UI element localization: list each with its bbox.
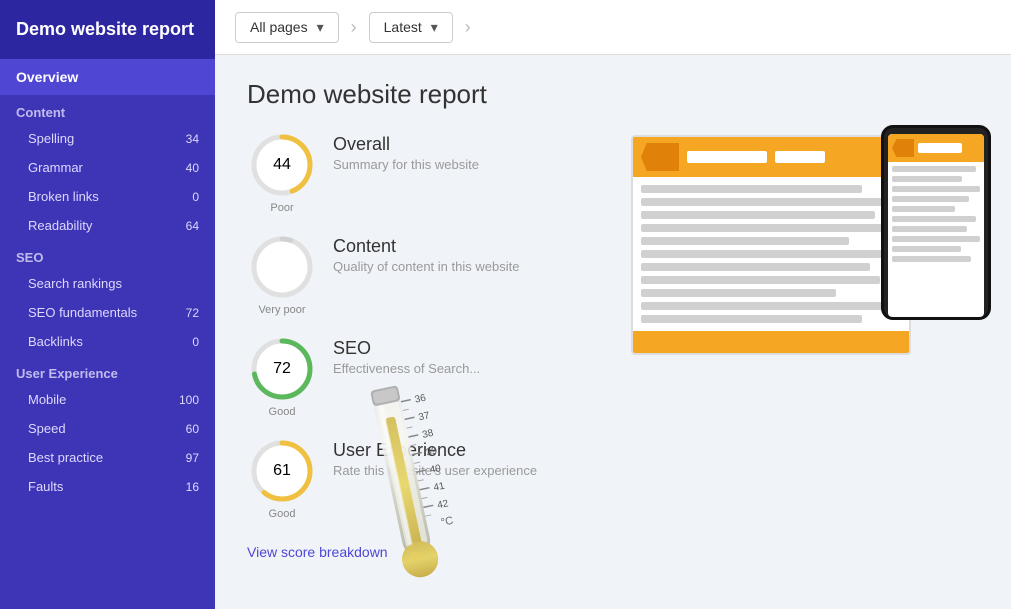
- filter2-label: Latest: [384, 19, 422, 35]
- nav-item-badge: 16: [186, 480, 199, 494]
- nav-item-badge: 72: [186, 306, 199, 320]
- nav-item-label: SEO fundamentals: [28, 305, 137, 320]
- score-info-2: SEO Effectiveness of Search...: [333, 334, 480, 376]
- score-title-0: Overall: [333, 134, 479, 155]
- main-content: All pages ▾ › Latest ▾ › Demo website re…: [215, 0, 1011, 609]
- nav-item-label: Speed: [28, 421, 66, 436]
- score-card-user-experience: 61 Good User Experience Rate this websit…: [247, 436, 979, 520]
- content-area: Demo website report: [215, 55, 1011, 609]
- score-value-0: 44: [273, 156, 291, 174]
- sidebar-item-faults[interactable]: Faults 16: [0, 472, 215, 501]
- score-info-0: Overall Summary for this website: [333, 130, 479, 172]
- separator-arrow: ›: [351, 17, 357, 38]
- sidebar-item-overview[interactable]: Overview: [0, 59, 215, 95]
- score-info-1: Content Quality of content in this websi…: [333, 232, 519, 274]
- scores-section: 44 Poor Overall Summary for this website…: [247, 130, 979, 520]
- score-ring-2: 72: [247, 334, 317, 404]
- nav-item-label: Search rankings: [28, 276, 122, 291]
- score-title-3: User Experience: [333, 440, 537, 461]
- nav-item-badge: 34: [186, 132, 199, 146]
- nav-item-badge: 0: [192, 335, 199, 349]
- nav-item-badge: 97: [186, 451, 199, 465]
- sidebar-item-search-rankings[interactable]: Search rankings: [0, 269, 215, 298]
- nav-item-label: Mobile: [28, 392, 66, 407]
- sidebar-item-mobile[interactable]: Mobile 100: [0, 385, 215, 414]
- sidebar-section-seo: SEO: [0, 240, 215, 269]
- chevron-down-icon-2: ▾: [431, 19, 438, 36]
- score-card-overall: 44 Poor Overall Summary for this website: [247, 130, 979, 214]
- score-ring-1: [247, 232, 317, 302]
- sidebar-item-best-practice[interactable]: Best practice 97: [0, 443, 215, 472]
- page-title: Demo website report: [247, 79, 979, 110]
- separator-arrow-2: ›: [465, 17, 471, 38]
- sidebar-item-broken-links[interactable]: Broken links 0: [0, 182, 215, 211]
- sidebar-title: Demo website report: [0, 0, 215, 59]
- nav-item-label: Readability: [28, 218, 92, 233]
- nav-item-badge: 40: [186, 161, 199, 175]
- sidebar: Demo website report Overview ContentSpel…: [0, 0, 215, 609]
- nav-item-label: Best practice: [28, 450, 103, 465]
- sidebar-item-backlinks[interactable]: Backlinks 0: [0, 327, 215, 356]
- sidebar-item-spelling[interactable]: Spelling 34: [0, 124, 215, 153]
- score-quality-0: Poor: [247, 202, 317, 214]
- score-value-2: 72: [273, 360, 291, 378]
- score-card-content: Very poor Content Quality of content in …: [247, 232, 979, 316]
- score-ring-3: 61: [247, 436, 317, 506]
- score-quality-2: Good: [247, 406, 317, 418]
- nav-item-label: Faults: [28, 479, 63, 494]
- nav-item-badge: 64: [186, 219, 199, 233]
- sidebar-item-seo-fundamentals[interactable]: SEO fundamentals 72: [0, 298, 215, 327]
- nav-item-label: Spelling: [28, 131, 74, 146]
- filter-all-pages-button[interactable]: All pages ▾: [235, 12, 339, 43]
- score-info-3: User Experience Rate this website's user…: [333, 436, 537, 478]
- sidebar-nav: Overview Content Spelling 34 Grammar 40 Broke…: [0, 59, 215, 609]
- score-sublabel-0: Summary for this website: [333, 157, 479, 172]
- filter1-label: All pages: [250, 19, 308, 35]
- sidebar-section-content: Content: [0, 95, 215, 124]
- nav-item-badge: 60: [186, 422, 199, 436]
- nav-item-label: Broken links: [28, 189, 99, 204]
- score-title-2: SEO: [333, 338, 480, 359]
- nav-item-label: Backlinks: [28, 334, 83, 349]
- score-quality-1: Very poor: [247, 304, 317, 316]
- sidebar-section-user-experience: User Experience: [0, 356, 215, 385]
- sidebar-item-speed[interactable]: Speed 60: [0, 414, 215, 443]
- sidebar-item-readability[interactable]: Readability 64: [0, 211, 215, 240]
- score-card-seo: 72 Good SEO Effectiveness of Search...: [247, 334, 979, 418]
- score-sublabel-3: Rate this website's user experience: [333, 463, 537, 478]
- view-score-breakdown-link[interactable]: View score breakdown: [247, 544, 388, 560]
- filter-latest-button[interactable]: Latest ▾: [369, 12, 453, 43]
- chevron-down-icon: ▾: [317, 19, 324, 36]
- score-value-3: 61: [273, 462, 291, 480]
- nav-item-badge: 100: [179, 393, 199, 407]
- score-sublabel-1: Quality of content in this website: [333, 259, 519, 274]
- nav-item-badge: 0: [192, 190, 199, 204]
- score-ring-0: 44: [247, 130, 317, 200]
- sidebar-item-grammar[interactable]: Grammar 40: [0, 153, 215, 182]
- score-title-1: Content: [333, 236, 519, 257]
- score-quality-3: Good: [247, 508, 317, 520]
- topbar: All pages ▾ › Latest ▾ ›: [215, 0, 1011, 55]
- score-sublabel-2: Effectiveness of Search...: [333, 361, 480, 376]
- nav-item-label: Grammar: [28, 160, 83, 175]
